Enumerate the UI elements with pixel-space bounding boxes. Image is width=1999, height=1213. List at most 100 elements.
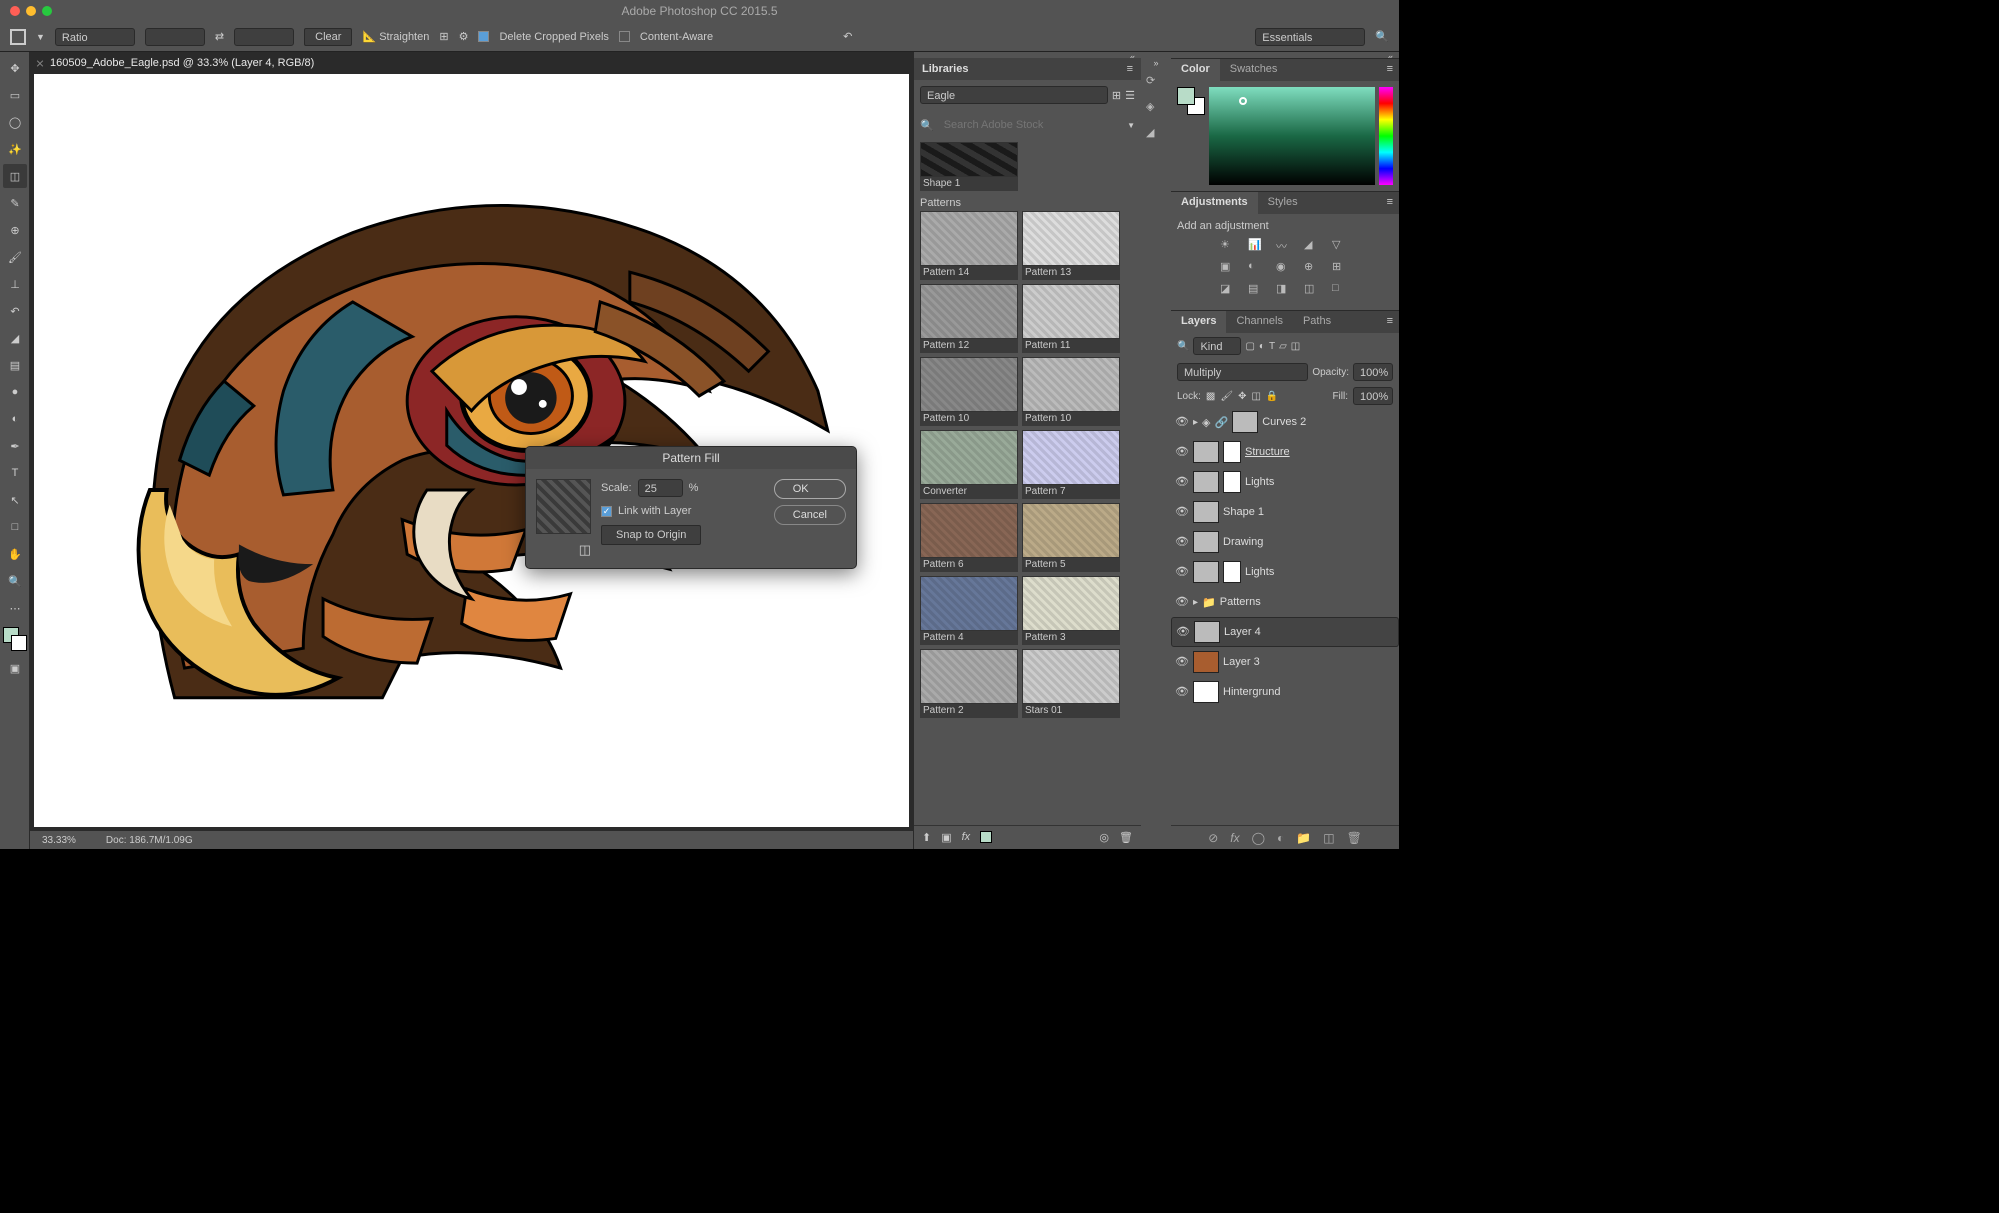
bg-swatch[interactable] [11,635,27,651]
link-layers-icon[interactable]: ⊘ [1208,831,1218,845]
brightness-icon[interactable]: ☀ [1220,238,1238,256]
layer-row[interactable]: 👁Layer 3 [1171,647,1399,677]
libraries-tab[interactable]: Libraries [922,63,968,75]
adjustment-layer-icon[interactable]: ◐ [1277,831,1284,845]
pattern-item[interactable]: Pattern 5 [1022,503,1120,572]
window-maximize[interactable] [42,6,52,16]
fx-layers-icon[interactable]: fx [1230,831,1239,845]
lock-paint-icon[interactable]: 🖌 [1220,391,1233,402]
lasso-tool[interactable]: ◯ [3,110,27,134]
lock-move-icon[interactable]: ✥ [1238,391,1246,402]
group-icon[interactable]: 📁 [1296,831,1311,845]
layer-row[interactable]: 👁Shape 1 [1171,497,1399,527]
lock-all-icon[interactable]: 🔒 [1266,391,1278,402]
window-close[interactable] [10,6,20,16]
scale-input[interactable]: 25 [638,479,683,497]
swap-icon[interactable]: ⇄ [215,30,224,43]
swatches-tab[interactable]: Swatches [1220,59,1288,81]
properties-icon[interactable]: ◈ [1146,100,1166,120]
fg-color[interactable] [1177,87,1195,105]
colorlookup-icon[interactable]: ⊞ [1332,260,1350,278]
shape-item[interactable]: Shape 1 [920,177,1018,191]
pattern-item[interactable]: Pattern 2 [920,649,1018,718]
height-input[interactable] [234,28,294,46]
pattern-item[interactable]: Pattern 14 [920,211,1018,280]
type-tool[interactable]: T [3,461,27,485]
grid-view-icon[interactable]: ⊞ [1112,89,1121,102]
color-swatch-icon[interactable] [980,831,992,843]
blur-tool[interactable]: ● [3,380,27,404]
layers-menu-icon[interactable]: ≡ [1381,311,1399,333]
stamp-tool[interactable]: ⊥ [3,272,27,296]
kind-filter[interactable]: Kind [1193,337,1241,355]
panel-menu-icon[interactable]: ≡ [1127,63,1133,75]
layers-tab[interactable]: Layers [1171,311,1226,333]
wand-tool[interactable]: ✨ [3,137,27,161]
hand-tool[interactable]: ✋ [3,542,27,566]
window-minimize[interactable] [26,6,36,16]
threshold-icon[interactable]: ◨ [1276,282,1294,300]
pattern-item[interactable]: Pattern 10 [1022,357,1120,426]
styles-tab[interactable]: Styles [1258,192,1308,214]
visibility-icon[interactable]: 👁 [1175,535,1189,549]
filter-image-icon[interactable]: ▢ [1245,341,1254,352]
add-folder-icon[interactable]: ▣ [941,831,951,844]
visibility-icon[interactable]: 👁 [1175,415,1189,429]
gradient-tool[interactable]: ▤ [3,353,27,377]
pattern-item[interactable]: Stars 01 [1022,649,1120,718]
posterize-icon[interactable]: ▤ [1248,282,1266,300]
document-tab[interactable]: 160509_Adobe_Eagle.psd @ 33.3% (Layer 4,… [50,57,314,69]
visibility-icon[interactable]: 👁 [1175,475,1189,489]
filter-type-icon[interactable]: T [1269,341,1275,352]
mask-icon[interactable]: ◯ [1252,831,1265,845]
new-layer-icon[interactable]: ◫ [1323,831,1334,845]
hue-icon[interactable]: ▣ [1220,260,1238,278]
visibility-icon[interactable]: 👁 [1175,685,1189,699]
layer-row[interactable]: 👁Structure [1171,437,1399,467]
selective-color-icon[interactable]: □ [1332,282,1350,300]
curves-icon[interactable]: 〰 [1276,238,1294,256]
history-icon[interactable]: ⟳ [1146,74,1166,94]
color-picker[interactable] [1209,87,1375,185]
reset-icon[interactable]: ↶ [843,30,852,43]
brush-preset-icon[interactable]: ◢ [1146,126,1166,146]
pattern-item[interactable]: Pattern 3 [1022,576,1120,645]
color-menu-icon[interactable]: ≡ [1381,59,1399,81]
paths-tab[interactable]: Paths [1293,311,1341,333]
crop-tool[interactable]: ◫ [3,164,27,188]
move-tool[interactable]: ✥ [3,56,27,80]
grid-icon[interactable]: ⊞ [439,30,448,43]
pattern-item[interactable]: Pattern 13 [1022,211,1120,280]
snap-button[interactable]: Snap to Origin [601,525,701,545]
eyedropper-tool[interactable]: ✎ [3,191,27,215]
invert-icon[interactable]: ◪ [1220,282,1238,300]
vibrance-icon[interactable]: ▽ [1332,238,1350,256]
marquee-tool[interactable]: ▭ [3,83,27,107]
shape-tool[interactable]: □ [3,515,27,539]
levels-icon[interactable]: 📊 [1248,238,1266,256]
path-tool[interactable]: ↖ [3,488,27,512]
visibility-icon[interactable]: 👁 [1175,595,1189,609]
opacity-input[interactable]: 100% [1353,363,1393,381]
filter-smart-icon[interactable]: ◫ [1291,341,1300,352]
visibility-icon[interactable]: 👁 [1175,565,1189,579]
list-view-icon[interactable]: ☰ [1125,89,1135,102]
cancel-button[interactable]: Cancel [774,505,846,525]
dodge-tool[interactable]: ◐ [3,407,27,431]
pattern-item[interactable]: Converter [920,430,1018,499]
layer-row[interactable]: 👁Lights [1171,557,1399,587]
filter-adjust-icon[interactable]: ◐ [1259,341,1265,352]
brush-tool[interactable]: 🖌 [3,245,27,269]
ok-button[interactable]: OK [774,479,846,499]
delete-cropped-checkbox[interactable] [478,31,489,42]
pattern-item[interactable]: Pattern 4 [920,576,1018,645]
ratio-select[interactable]: Ratio [55,28,135,46]
visibility-icon[interactable]: 👁 [1175,505,1189,519]
settings-icon[interactable]: ⚙ [459,30,469,43]
search-icon[interactable]: 🔍 [1375,30,1389,43]
pen-tool[interactable]: ✒ [3,434,27,458]
layer-row[interactable]: 👁Layer 4 [1171,617,1399,647]
link-checkbox[interactable]: ✓ [601,506,612,517]
visibility-icon[interactable]: 👁 [1176,625,1190,639]
channels-tab[interactable]: Channels [1226,311,1292,333]
